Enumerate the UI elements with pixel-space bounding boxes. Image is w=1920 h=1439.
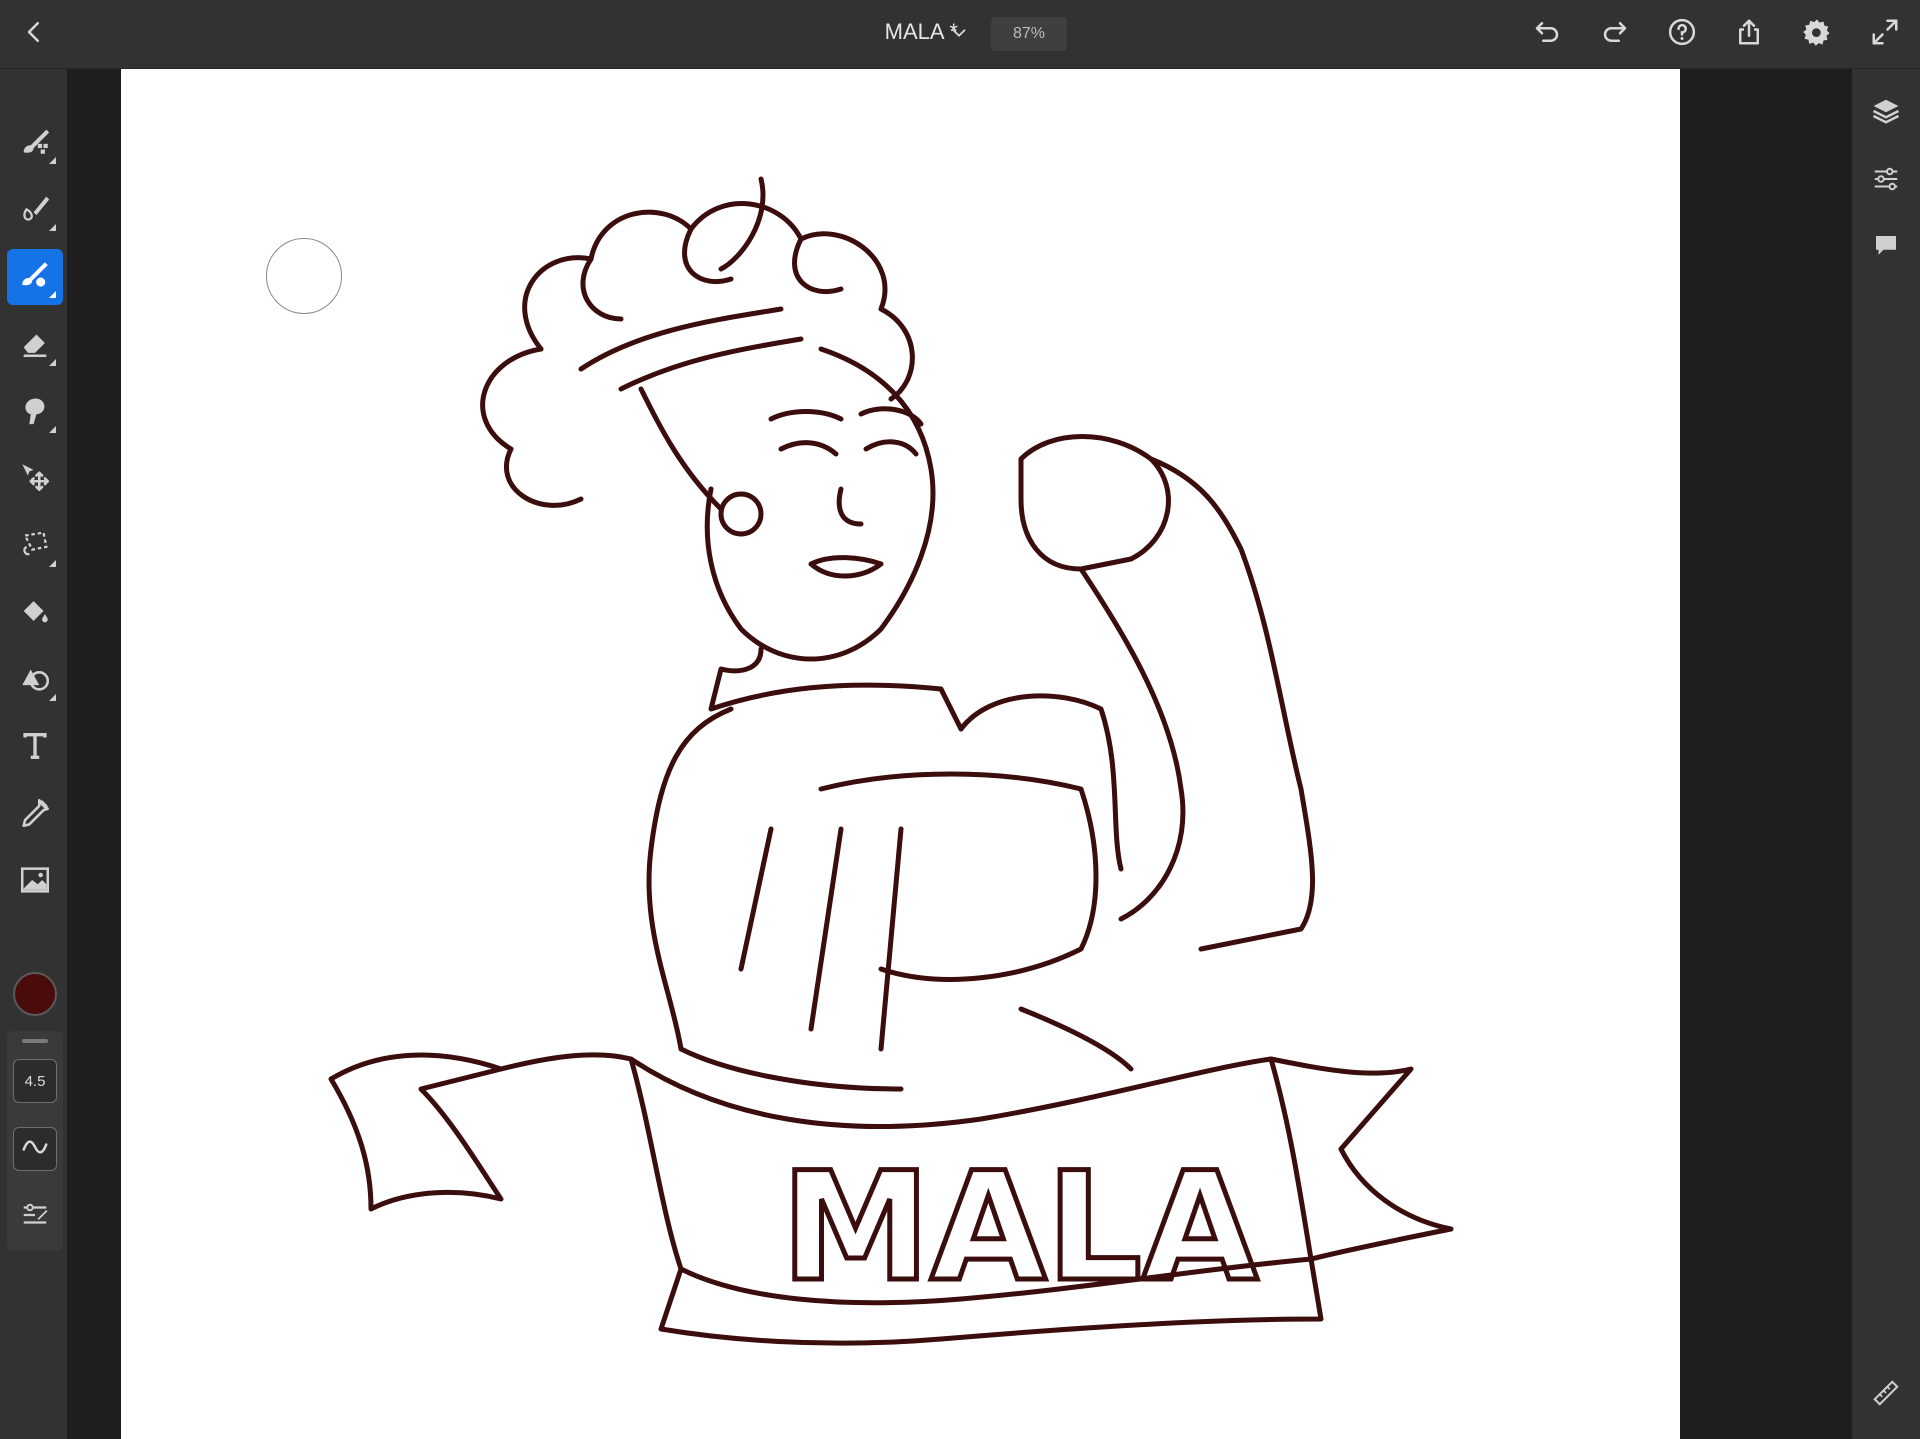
submenu-indicator: [49, 560, 56, 567]
submenu-indicator: [49, 291, 56, 298]
back-button[interactable]: [14, 14, 54, 54]
submenu-indicator: [49, 694, 56, 701]
settings-icon: [1802, 17, 1832, 52]
submenu-indicator: [49, 157, 56, 164]
vector-brush-tool[interactable]: [7, 249, 63, 305]
smudge-tool[interactable]: [7, 384, 63, 440]
color-swatch[interactable]: [13, 972, 57, 1016]
redo-button[interactable]: [1595, 14, 1635, 54]
settings-button[interactable]: [1797, 14, 1837, 54]
help-button[interactable]: [1662, 14, 1702, 54]
fullscreen-icon: [1870, 17, 1900, 52]
eyedropper-icon: [18, 796, 52, 835]
ruler-button[interactable]: [1866, 1375, 1906, 1415]
eraser-tool[interactable]: [7, 317, 63, 373]
live-brush-icon: [18, 191, 52, 230]
pixel-brush-icon: [18, 124, 52, 163]
top-bar: MALA * 87%: [0, 0, 1920, 69]
brush-settings-button[interactable]: [13, 1195, 57, 1239]
artwork-illustration: MALA: [328, 176, 1454, 1346]
move-icon: [18, 460, 52, 499]
fullscreen-button[interactable]: [1865, 14, 1905, 54]
comments-button[interactable]: [1866, 228, 1906, 268]
brush-settings-icon: [20, 1200, 50, 1235]
zoom-level[interactable]: 87%: [991, 17, 1067, 51]
right-toolbar: [1852, 69, 1920, 1439]
shapes-tool[interactable]: [7, 652, 63, 708]
wave-icon: [20, 1132, 50, 1167]
share-button[interactable]: [1729, 14, 1769, 54]
brush-smoothing-control[interactable]: [13, 1127, 57, 1171]
submenu-indicator: [49, 224, 56, 231]
brush-cursor: [266, 238, 342, 314]
shapes-icon: [18, 661, 52, 700]
document-title[interactable]: MALA *: [842, 19, 958, 45]
chevron-left-icon: [19, 17, 49, 52]
smudge-icon: [18, 393, 52, 432]
brush-size-control[interactable]: 4.5: [13, 1059, 57, 1103]
text-icon: [18, 729, 52, 768]
redo-icon: [1600, 17, 1630, 52]
panel-handle[interactable]: [22, 1039, 48, 1043]
eyedropper-tool[interactable]: [7, 787, 63, 843]
submenu-indicator: [49, 359, 56, 366]
chevron-down-icon: [948, 22, 970, 49]
eraser-icon: [18, 326, 52, 365]
move-tool[interactable]: [7, 451, 63, 507]
layers-button[interactable]: [1866, 93, 1906, 133]
vector-brush-icon: [18, 258, 52, 297]
fill-tool[interactable]: [7, 585, 63, 641]
fill-icon: [18, 594, 52, 633]
live-brush-tool[interactable]: [7, 182, 63, 238]
left-toolbar: 4.5: [0, 69, 67, 1439]
text-tool[interactable]: [7, 720, 63, 776]
undo-icon: [1532, 17, 1562, 52]
ruler-icon: [1871, 1378, 1901, 1413]
undo-button[interactable]: [1527, 14, 1567, 54]
layers-icon: [1871, 96, 1901, 131]
image-icon: [18, 863, 52, 902]
share-icon: [1734, 17, 1764, 52]
comments-icon: [1871, 231, 1901, 266]
document-menu-button[interactable]: [944, 20, 974, 50]
brush-settings-panel: 4.5: [7, 1031, 63, 1251]
properties-button[interactable]: [1866, 161, 1906, 201]
pixel-brush-tool[interactable]: [7, 115, 63, 171]
lasso-icon: [18, 527, 52, 566]
help-icon: [1667, 17, 1697, 52]
submenu-indicator: [49, 426, 56, 433]
lasso-tool[interactable]: [7, 518, 63, 574]
image-tool[interactable]: [7, 854, 63, 910]
properties-icon: [1871, 164, 1901, 199]
artwork-lettering: MALA: [781, 1141, 1258, 1315]
